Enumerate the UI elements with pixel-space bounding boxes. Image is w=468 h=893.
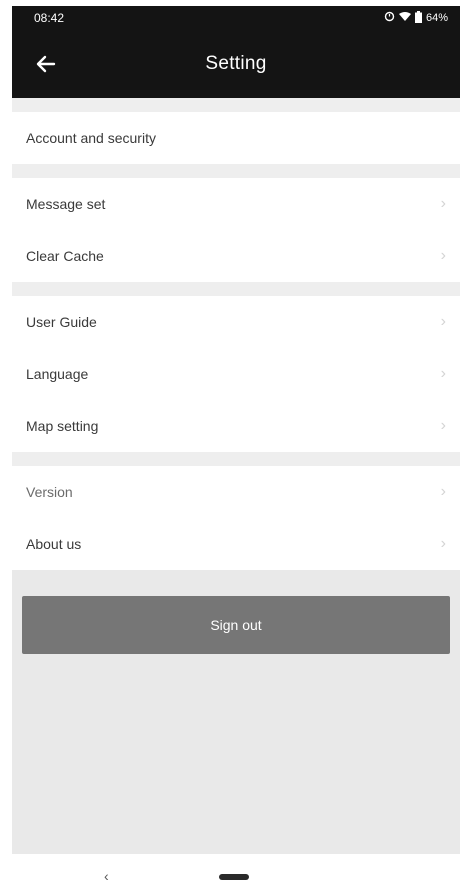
arrow-left-icon[interactable] (32, 52, 60, 76)
settings-screen: 08:42 64% Setting Account and security M… (12, 6, 460, 854)
nav-home-pill[interactable] (219, 873, 249, 880)
sign-out-container: Sign out (12, 570, 460, 654)
settings-item-label: Language (26, 366, 89, 382)
battery-icon (414, 10, 422, 26)
section-gap (12, 282, 460, 296)
settings-item-label: User Guide (26, 314, 97, 330)
section-version-about: Version › About us › (12, 466, 460, 570)
status-icons: 64% (384, 10, 448, 26)
settings-item-map-setting[interactable]: Map setting › (12, 400, 460, 452)
settings-item-label: Map setting (26, 418, 99, 434)
chevron-right-icon: › (440, 365, 446, 382)
section-guide-language-map: User Guide › Language › Map setting › (12, 296, 460, 452)
settings-item-label: Account and security (26, 130, 156, 146)
app-bar: Setting (12, 30, 460, 98)
settings-item-user-guide[interactable]: User Guide › (12, 296, 460, 348)
settings-item-label: About us (26, 536, 82, 552)
wifi-icon (398, 11, 411, 25)
chevron-right-icon: › (440, 195, 446, 212)
alarm-icon (384, 11, 395, 25)
status-bar: 08:42 64% (12, 6, 460, 30)
page-title: Setting (205, 53, 267, 74)
settings-item-label: Version (26, 484, 73, 500)
settings-item-language[interactable]: Language › (12, 348, 460, 400)
settings-item-clear-cache[interactable]: Clear Cache › (12, 230, 460, 282)
chevron-right-icon: › (440, 247, 446, 264)
section-gap (12, 452, 460, 466)
nav-back-icon[interactable]: ‹ (104, 868, 109, 884)
settings-item-label: Clear Cache (26, 248, 104, 264)
status-time: 08:42 (34, 11, 65, 25)
settings-item-label: Message set (26, 196, 106, 212)
battery-percent: 64% (425, 12, 448, 24)
section-gap (12, 98, 460, 112)
section-gap (12, 164, 460, 178)
chevron-right-icon: › (440, 313, 446, 330)
section-account: Account and security (12, 112, 460, 164)
sign-out-button[interactable]: Sign out (22, 596, 450, 654)
settings-item-message-set[interactable]: Message set › (12, 178, 460, 230)
chevron-right-icon: › (440, 483, 446, 500)
chevron-right-icon: › (440, 417, 446, 434)
chevron-right-icon: › (440, 535, 446, 552)
settings-item-account-security[interactable]: Account and security (12, 112, 460, 164)
section-message-cache: Message set › Clear Cache › (12, 178, 460, 282)
system-nav-bar: ‹ (0, 860, 468, 893)
settings-item-version[interactable]: Version › (12, 466, 460, 518)
settings-item-about-us[interactable]: About us › (12, 518, 460, 570)
